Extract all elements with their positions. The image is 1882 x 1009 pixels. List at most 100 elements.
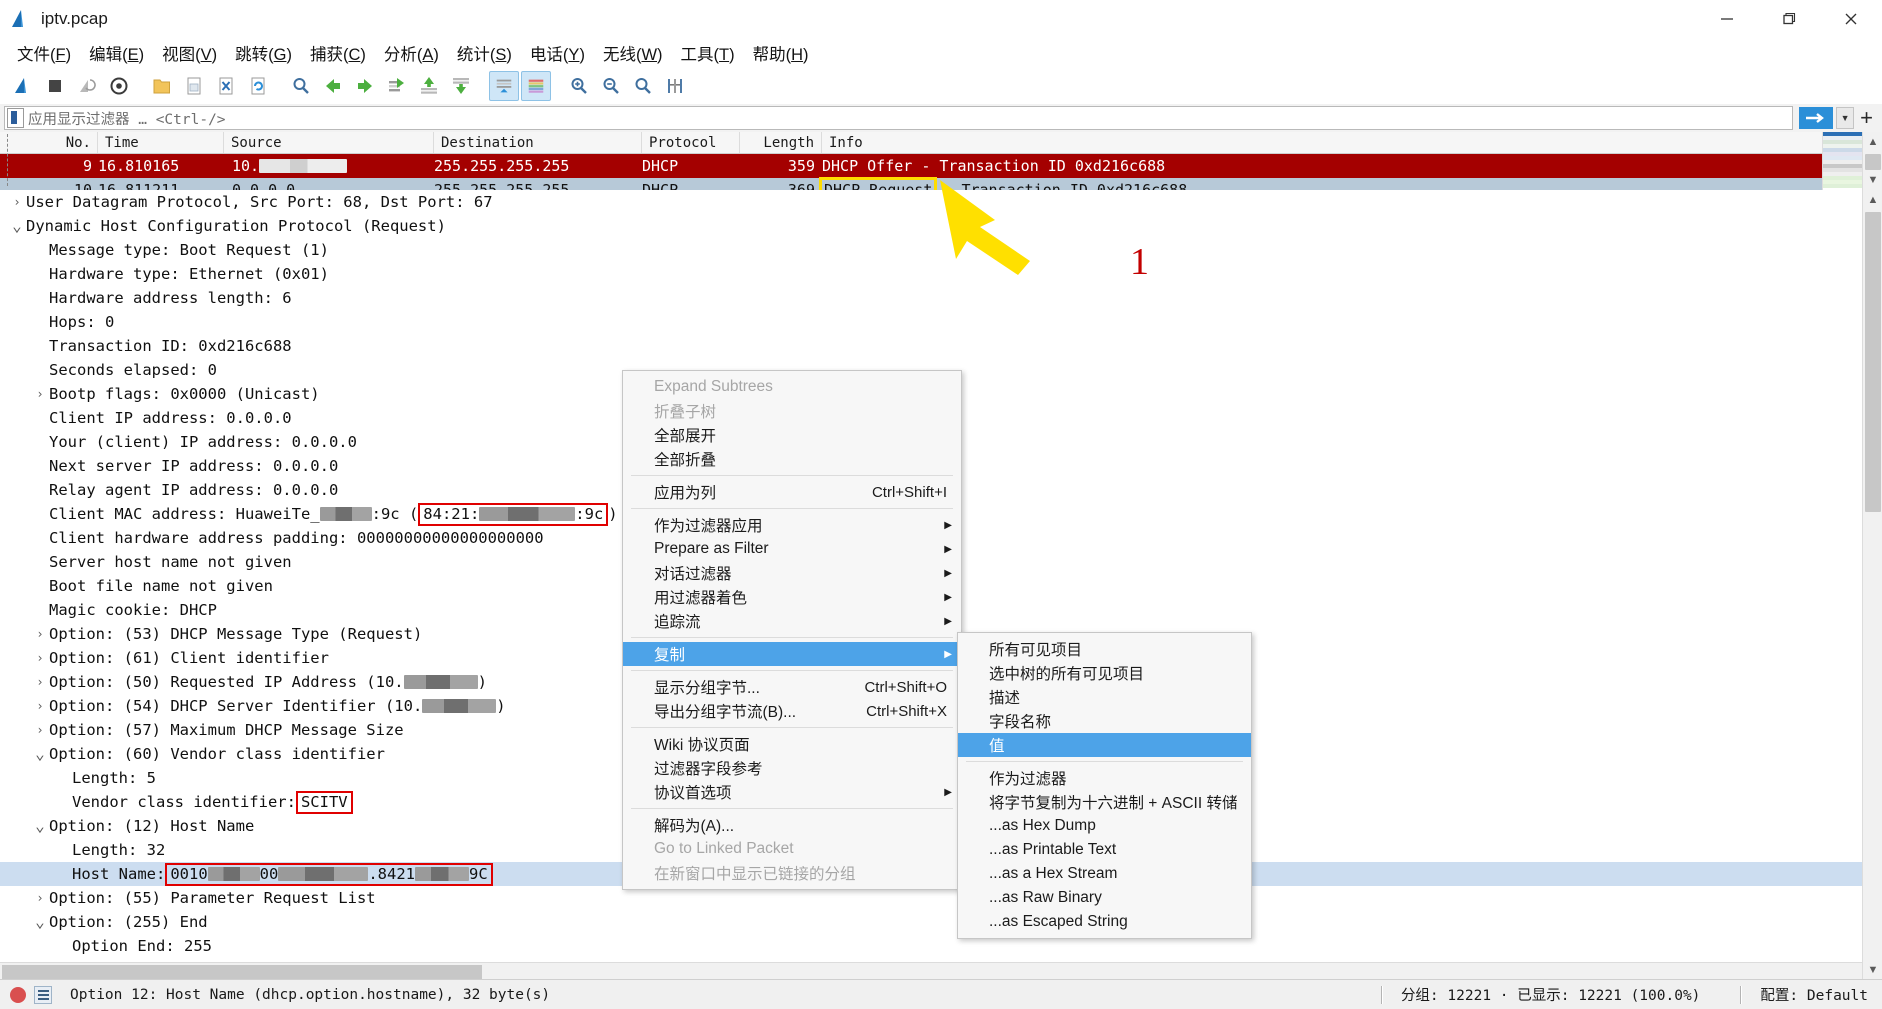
bookmark-icon[interactable] xyxy=(7,108,24,128)
packet-list-scrollbar[interactable]: ▲ ▼ xyxy=(1862,132,1882,190)
ctx-colorize-with-filter[interactable]: 用过滤器着色▶ xyxy=(623,585,961,609)
packet-list[interactable]: No. Time Source Destination Protocol Len… xyxy=(0,132,1882,190)
ctx-follow-stream[interactable]: 追踪流▶ xyxy=(623,609,961,633)
add-filter-button[interactable]: + xyxy=(1857,107,1876,129)
detail-row[interactable]: Hops: 0 xyxy=(0,310,1862,334)
go-to-packet-icon[interactable] xyxy=(382,71,412,101)
column-header-time[interactable]: Time xyxy=(98,132,224,153)
chevron-down-icon[interactable]: ⌄ xyxy=(31,917,49,927)
scroll-thumb[interactable] xyxy=(1865,154,1881,170)
zoom-out-icon[interactable] xyxy=(596,71,626,101)
copy-as-hex-dump[interactable]: ...as Hex Dump xyxy=(958,814,1251,838)
menu-wireless[interactable]: 无线(W) xyxy=(594,39,672,67)
detail-row[interactable]: Transaction ID: 0xd216c688 xyxy=(0,334,1862,358)
column-header-length[interactable]: Length xyxy=(740,132,822,153)
detail-row[interactable]: Hardware address length: 6 xyxy=(0,286,1862,310)
save-file-icon[interactable] xyxy=(179,71,209,101)
scroll-up-arrow[interactable]: ▲ xyxy=(1863,132,1882,152)
chevron-right-icon[interactable]: › xyxy=(31,694,49,718)
detail-row[interactable]: ›User Datagram Protocol, Src Port: 68, D… xyxy=(0,190,1862,214)
detail-row[interactable]: ⌄Dynamic Host Configuration Protocol (Re… xyxy=(0,214,1862,238)
chevron-down-icon[interactable]: ▼ xyxy=(1836,107,1854,129)
ctx-protocol-preferences[interactable]: 协议首选项▶ xyxy=(623,780,961,804)
packet-details-hscrollbar[interactable] xyxy=(0,962,1862,980)
menu-statistics[interactable]: 统计(S) xyxy=(448,39,521,67)
column-header-protocol[interactable]: Protocol xyxy=(642,132,740,153)
detail-row[interactable]: Hardware type: Ethernet (0x01) xyxy=(0,262,1862,286)
ctx-filter-field-reference[interactable]: 过滤器字段参考 xyxy=(623,756,961,780)
go-back-icon[interactable] xyxy=(318,71,348,101)
find-packet-icon[interactable] xyxy=(286,71,316,101)
go-last-packet-icon[interactable] xyxy=(446,71,476,101)
packet-list-row[interactable]: 916.81016510.255.255.255.255DHCP359DHCP … xyxy=(0,154,1882,178)
restart-capture-icon[interactable] xyxy=(72,71,102,101)
copy-as-raw-binary[interactable]: ...as Raw Binary xyxy=(958,886,1251,910)
menu-file[interactable]: 文件(F) xyxy=(8,39,80,67)
capture-options-icon[interactable] xyxy=(104,71,134,101)
ctx-prepare-as-filter[interactable]: Prepare as Filter▶ xyxy=(623,537,961,561)
copy-submenu[interactable]: 所有可见项目选中树的所有可见项目描述字段名称值作为过滤器将字节复制为十六进制 +… xyxy=(957,632,1252,939)
packet-details-scrollbar[interactable]: ▲ ▼ xyxy=(1862,190,1882,980)
stop-capture-icon[interactable] xyxy=(40,71,70,101)
chevron-right-icon[interactable]: › xyxy=(8,190,26,214)
chevron-right-icon[interactable]: › xyxy=(31,886,49,910)
context-menu[interactable]: Expand Subtrees折叠子树全部展开全部折叠应用为列Ctrl+Shif… xyxy=(622,370,962,890)
ctx-export-packet-bytes[interactable]: 导出分组字节流(B)...Ctrl+Shift+X xyxy=(623,699,961,723)
copy-as-escaped-string[interactable]: ...as Escaped String xyxy=(958,910,1251,934)
resize-columns-icon[interactable] xyxy=(660,71,690,101)
ctx-expand-all[interactable]: 全部展开 xyxy=(623,423,961,447)
detail-row[interactable]: Message type: Boot Request (1) xyxy=(0,238,1862,262)
chevron-right-icon[interactable]: › xyxy=(31,382,49,406)
detail-row[interactable]: Option End: 255 xyxy=(0,934,1862,958)
autoscroll-icon[interactable] xyxy=(489,71,519,101)
go-first-packet-icon[interactable] xyxy=(414,71,444,101)
minimize-button[interactable] xyxy=(1696,0,1758,38)
ctx-decode-as[interactable]: 解码为(A)... xyxy=(623,813,961,837)
details-scroll-up-arrow[interactable]: ▲ xyxy=(1863,190,1882,210)
open-file-icon[interactable] xyxy=(147,71,177,101)
detail-row[interactable]: ⌄Option: (255) End xyxy=(0,910,1862,934)
zoom-reset-icon[interactable] xyxy=(628,71,658,101)
ctx-conversation-filter[interactable]: 对话过滤器▶ xyxy=(623,561,961,585)
copy-description[interactable]: 描述 xyxy=(958,685,1251,709)
menu-view[interactable]: 视图(V) xyxy=(153,39,226,67)
close-file-icon[interactable] xyxy=(211,71,241,101)
ctx-collapse-all[interactable]: 全部折叠 xyxy=(623,447,961,471)
capture-file-properties-icon[interactable] xyxy=(34,986,52,1004)
ctx-copy[interactable]: 复制▶ xyxy=(623,642,961,666)
copy-bytes-hex-ascii-dump[interactable]: 将字节复制为十六进制 + ASCII 转储 xyxy=(958,790,1251,814)
menu-edit[interactable]: 编辑(E) xyxy=(80,39,153,67)
menu-go[interactable]: 跳转(G) xyxy=(226,39,301,67)
scroll-down-arrow[interactable]: ▼ xyxy=(1863,170,1882,190)
apply-filter-button[interactable] xyxy=(1799,107,1833,129)
chevron-right-icon[interactable]: › xyxy=(31,622,49,646)
menu-help[interactable]: 帮助(H) xyxy=(744,39,818,67)
maximize-button[interactable] xyxy=(1758,0,1820,38)
packet-list-minimap[interactable] xyxy=(1822,132,1862,190)
chevron-down-icon[interactable]: ⌄ xyxy=(31,821,49,831)
copy-as-filter[interactable]: 作为过滤器 xyxy=(958,766,1251,790)
copy-as-hex-stream[interactable]: ...as a Hex Stream xyxy=(958,862,1251,886)
chevron-down-icon[interactable]: ⌄ xyxy=(8,221,26,231)
display-filter-input[interactable]: 应用显示过滤器 … <Ctrl-/> xyxy=(4,106,1793,130)
close-button[interactable] xyxy=(1820,0,1882,38)
colorize-icon[interactable] xyxy=(521,71,551,101)
go-forward-icon[interactable] xyxy=(350,71,380,101)
start-capture-icon[interactable] xyxy=(8,71,38,101)
menu-telephony[interactable]: 电话(Y) xyxy=(521,39,594,67)
expert-info-icon[interactable] xyxy=(10,987,26,1003)
chevron-right-icon[interactable]: › xyxy=(31,718,49,742)
copy-value[interactable]: 值 xyxy=(958,733,1251,757)
hscroll-thumb[interactable] xyxy=(2,965,482,979)
column-header-destination[interactable]: Destination xyxy=(434,132,642,153)
ctx-apply-as-filter[interactable]: 作为过滤器应用▶ xyxy=(623,513,961,537)
copy-as-printable-text[interactable]: ...as Printable Text xyxy=(958,838,1251,862)
chevron-down-icon[interactable]: ⌄ xyxy=(31,749,49,759)
column-header-info[interactable]: Info xyxy=(822,132,1882,153)
copy-all-visible-selected-tree-items[interactable]: 选中树的所有可见项目 xyxy=(958,661,1251,685)
chevron-right-icon[interactable]: › xyxy=(31,670,49,694)
column-header-source[interactable]: Source xyxy=(224,132,434,153)
copy-all-visible-items[interactable]: 所有可见项目 xyxy=(958,637,1251,661)
details-scroll-thumb[interactable] xyxy=(1865,212,1881,512)
menu-capture[interactable]: 捕获(C) xyxy=(301,39,375,67)
